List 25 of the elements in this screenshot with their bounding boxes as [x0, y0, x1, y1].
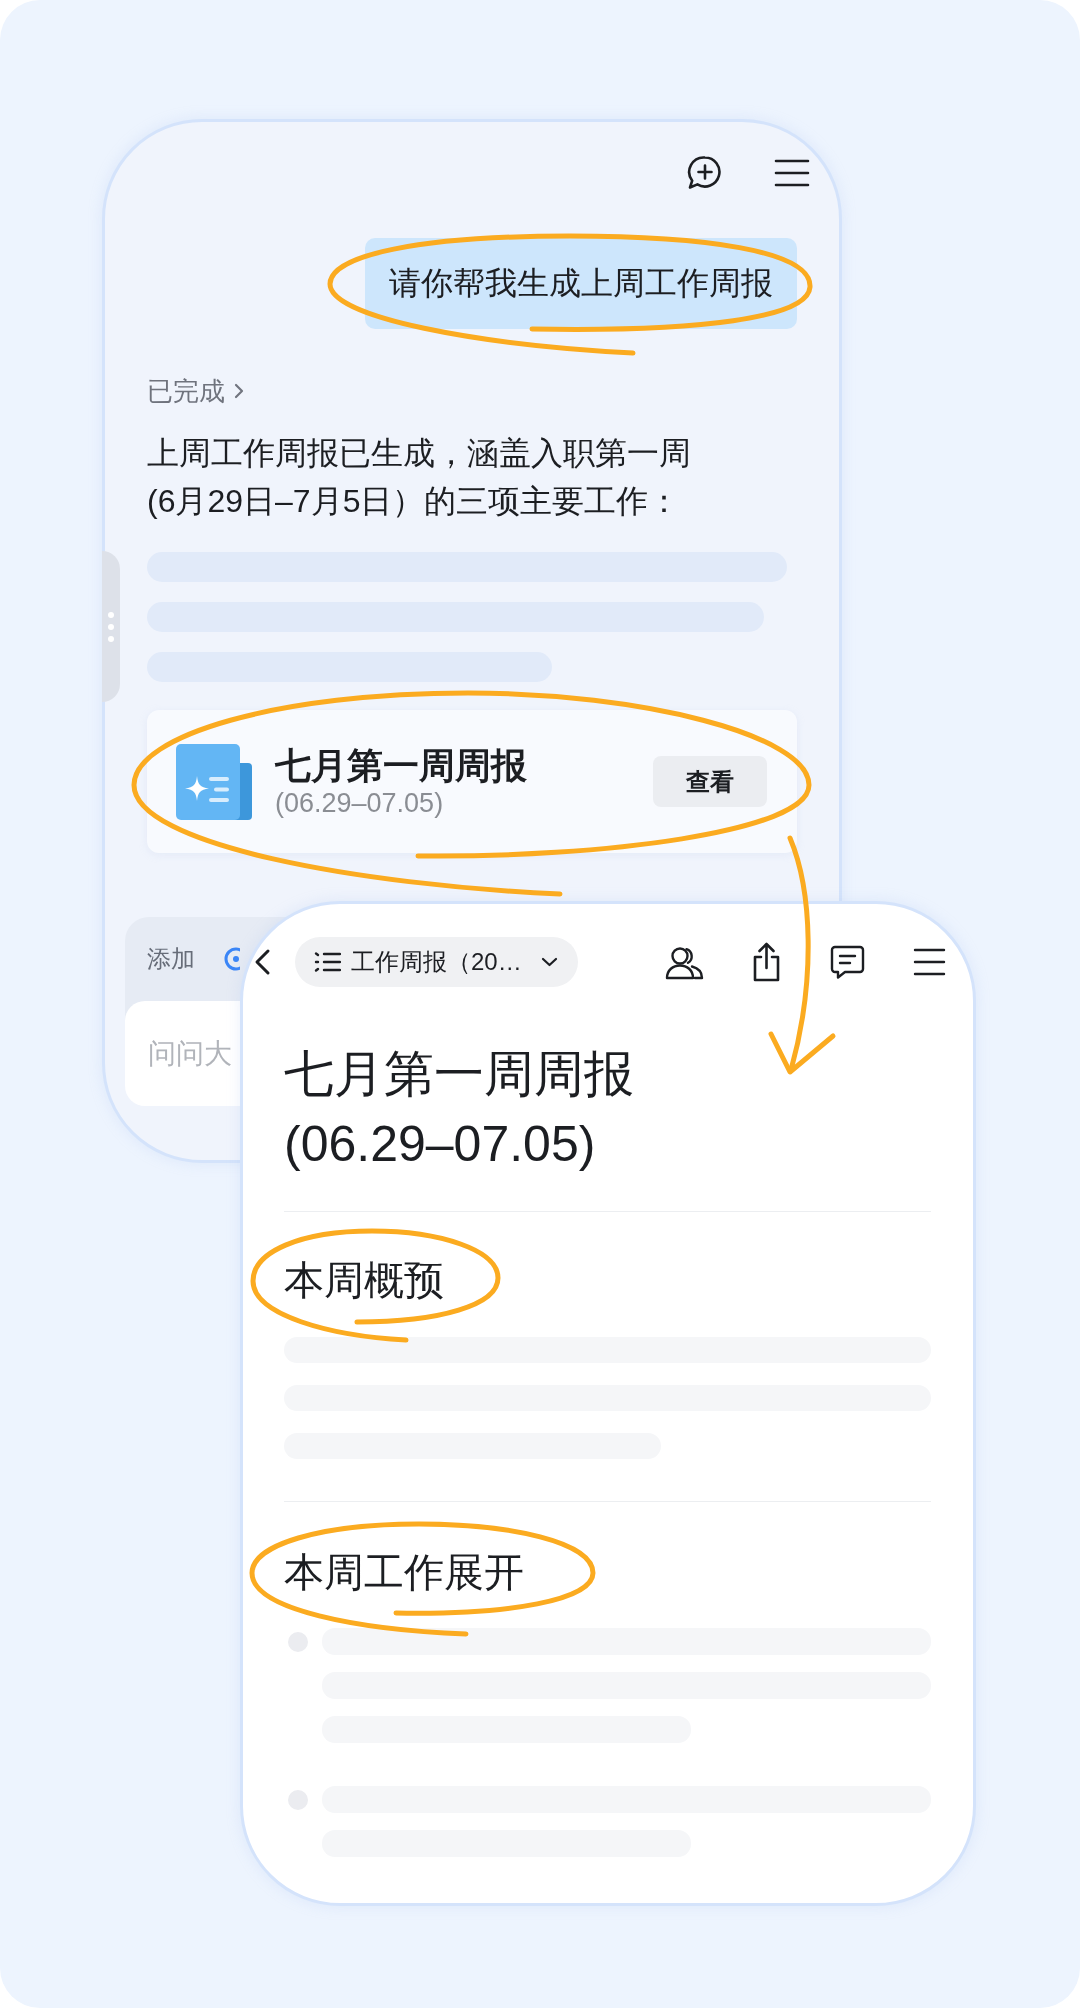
reply-text: 上周工作周报已生成，涵盖入职第一周(6月29日–7月5日）的三项主要工作：	[147, 434, 692, 521]
user-message: 请你帮我生成上周工作周报	[365, 238, 797, 329]
menu-icon[interactable]	[774, 158, 810, 188]
breadcrumb-pill[interactable]: 工作周报（20…	[295, 937, 578, 987]
share-icon[interactable]	[752, 941, 781, 983]
list-icon	[314, 951, 341, 973]
comment-icon[interactable]	[830, 945, 865, 979]
ring-icon[interactable]	[223, 947, 240, 971]
card-date: (06.29–07.05)	[275, 786, 444, 819]
section-heading: 本周工作展开	[284, 1549, 524, 1596]
side-handle[interactable]	[102, 551, 120, 702]
document-title: 七月第一周周报(06.29–07.05)	[284, 1045, 635, 1174]
section-heading: 本周概预	[284, 1257, 444, 1304]
input-field[interactable]: 问问大	[125, 1001, 240, 1106]
chevron-icon	[234, 383, 244, 399]
document-icon	[176, 743, 252, 820]
caret-icon	[540, 957, 558, 967]
status-toggle[interactable]: 已完成	[147, 375, 244, 407]
document-card[interactable]: 七月第一周周报 (06.29–07.05) 查看	[147, 710, 797, 853]
view-button[interactable]: 查看	[653, 756, 767, 807]
grip-icon	[108, 611, 114, 642]
menu-icon[interactable]	[913, 947, 946, 977]
people-icon[interactable]	[665, 944, 704, 980]
add-button[interactable]: 添加	[147, 944, 195, 974]
card-title: 七月第一周周报	[275, 744, 527, 787]
